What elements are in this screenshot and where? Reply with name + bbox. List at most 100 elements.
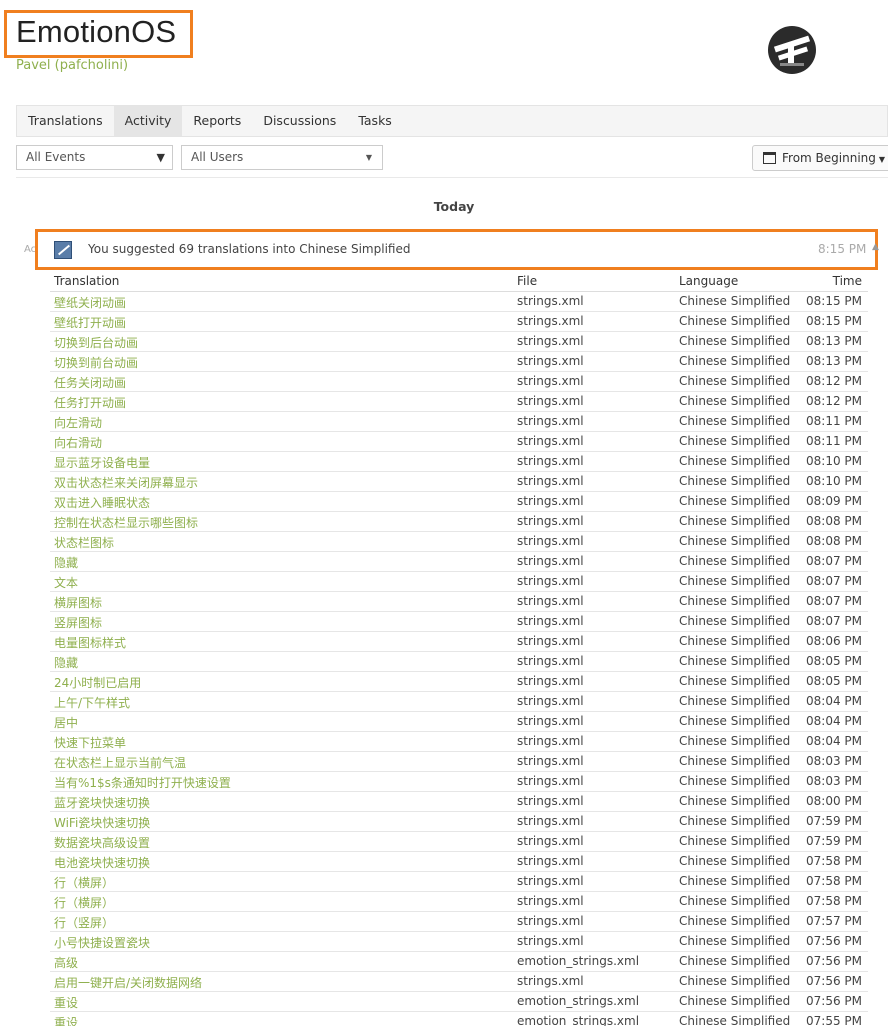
translation-cell[interactable]: 高级: [54, 954, 78, 971]
time-cell: 08:12 PM: [806, 394, 862, 408]
translation-cell[interactable]: 文本: [54, 574, 78, 591]
time-cell: 07:55 PM: [806, 1014, 862, 1026]
language-cell: Chinese Simplified: [679, 474, 791, 488]
translation-cell[interactable]: 数据瓷块高级设置: [54, 834, 150, 851]
table-row: 蓝牙瓷块快速切换 strings.xml Chinese Simplified 08:…: [50, 792, 868, 812]
time-cell: 08:15 PM: [806, 294, 862, 308]
time-cell: 08:07 PM: [806, 614, 862, 628]
language-cell: Chinese Simplified: [679, 434, 791, 448]
table-row: 重设 emotion_strings.xml Chinese Simplified 0…: [50, 1012, 868, 1026]
file-cell: strings.xml: [517, 634, 584, 648]
column-header-language: Language: [679, 274, 739, 288]
translation-cell[interactable]: 任务关闭动画: [54, 374, 126, 391]
translation-cell[interactable]: 状态栏图标: [54, 534, 114, 551]
users-filter-select[interactable]: All Users ▼: [181, 145, 383, 170]
table-row: 重设 emotion_strings.xml Chinese Simplified 0…: [50, 992, 868, 1012]
translation-cell[interactable]: 当有%1$s条通知时打开快速设置: [54, 774, 231, 791]
translation-cell[interactable]: 壁纸关闭动画: [54, 294, 126, 311]
file-cell: strings.xml: [517, 594, 584, 608]
translation-cell[interactable]: 电池瓷块快速切换: [54, 854, 150, 871]
time-cell: 08:03 PM: [806, 774, 862, 788]
time-cell: 07:58 PM: [806, 894, 862, 908]
time-cell: 08:10 PM: [806, 454, 862, 468]
translation-cell[interactable]: 重设: [54, 994, 78, 1011]
table-row: 双击状态栏来关闭屏幕显示 strings.xml Chinese Simplifie…: [50, 472, 868, 492]
translation-cell[interactable]: 双击状态栏来关闭屏幕显示: [54, 474, 198, 491]
table-row: 向左滑动 strings.xml Chinese Simplified 08:11 P…: [50, 412, 868, 432]
file-cell: strings.xml: [517, 474, 584, 488]
translation-cell[interactable]: 上午/下午样式: [54, 694, 130, 711]
table-row: 小号快捷设置瓷块 strings.xml Chinese Simplified 07:…: [50, 932, 868, 952]
translation-cell[interactable]: 启用一键开启/关闭数据网络: [54, 974, 202, 991]
language-cell: Chinese Simplified: [679, 674, 791, 688]
activity-text: You suggested 69 translations into Chine…: [88, 242, 411, 256]
translations-table: Translation File Language Time 壁纸关闭动画 str…: [50, 272, 868, 1026]
translation-cell[interactable]: 居中: [54, 714, 78, 731]
translation-cell[interactable]: 隐藏: [54, 654, 78, 671]
translation-cell[interactable]: 双击进入睡眠状态: [54, 494, 150, 511]
tab-translations[interactable]: Translations: [17, 106, 114, 136]
file-cell: strings.xml: [517, 414, 584, 428]
project-owner-link[interactable]: Pavel (pafcholini): [16, 58, 128, 73]
translation-cell[interactable]: 切换到后台动画: [54, 334, 138, 351]
events-filter-select[interactable]: All Events ▼: [16, 145, 173, 170]
file-cell: strings.xml: [517, 674, 584, 688]
time-cell: 08:13 PM: [806, 354, 862, 368]
file-cell: strings.xml: [517, 714, 584, 728]
translation-cell[interactable]: 显示蓝牙设备电量: [54, 454, 150, 471]
file-cell: strings.xml: [517, 854, 584, 868]
file-cell: emotion_strings.xml: [517, 1014, 640, 1026]
translation-cell[interactable]: 任务打开动画: [54, 394, 126, 411]
column-header-file: File: [517, 274, 538, 288]
translation-cell[interactable]: 重设: [54, 1014, 78, 1026]
translation-cell[interactable]: 隐藏: [54, 554, 78, 571]
translation-cell[interactable]: 壁纸打开动画: [54, 314, 126, 331]
translation-cell[interactable]: 向左滑动: [54, 414, 102, 431]
table-row: 启用一键开启/关闭数据网络 strings.xml Chinese Simplifi…: [50, 972, 868, 992]
time-cell: 07:57 PM: [806, 914, 862, 928]
tab-discussions[interactable]: Discussions: [252, 106, 347, 136]
time-cell: 08:07 PM: [806, 594, 862, 608]
translation-cell[interactable]: 向右滑动: [54, 434, 102, 451]
language-cell: Chinese Simplified: [679, 754, 791, 768]
divider: [16, 177, 888, 178]
collapse-chevron-icon[interactable]: ▲: [872, 242, 879, 252]
translation-cell[interactable]: 横屏图标: [54, 594, 102, 611]
translation-cell[interactable]: 切换到前台动画: [54, 354, 138, 371]
translation-cell[interactable]: 行（横屏）: [54, 874, 114, 891]
translation-cell[interactable]: 行（横屏）: [54, 894, 114, 911]
translation-cell[interactable]: 控制在状态栏显示哪些图标: [54, 514, 198, 531]
file-cell: strings.xml: [517, 554, 584, 568]
translation-cell[interactable]: WiFi瓷块快速切换: [54, 814, 150, 831]
table-row: 任务关闭动画 strings.xml Chinese Simplified 08:12…: [50, 372, 868, 392]
time-cell: 08:03 PM: [806, 754, 862, 768]
table-row: 显示蓝牙设备电量 strings.xml Chinese Simplified 08:…: [50, 452, 868, 472]
table-row: 当有%1$s条通知时打开快速设置 strings.xml Chinese Simpl…: [50, 772, 868, 792]
translation-cell[interactable]: 在状态栏上显示当前气温: [54, 754, 186, 771]
time-cell: 08:13 PM: [806, 334, 862, 348]
table-row: 上午/下午样式 strings.xml Chinese Simplified 08:0…: [50, 692, 868, 712]
translation-cell[interactable]: 行（竖屏）: [54, 914, 114, 931]
date-range-button[interactable]: From Beginning ▼: [752, 145, 888, 171]
activity-summary[interactable]: You suggested 69 translations into Chine…: [35, 229, 878, 270]
time-cell: 08:05 PM: [806, 654, 862, 668]
time-cell: 08:05 PM: [806, 674, 862, 688]
translation-cell[interactable]: 24小时制已启用: [54, 674, 141, 691]
translation-cell[interactable]: 快速下拉菜单: [54, 734, 126, 751]
translation-cell[interactable]: 竖屏图标: [54, 614, 102, 631]
tab-tasks[interactable]: Tasks: [347, 106, 403, 136]
table-row: 电量图标样式 strings.xml Chinese Simplified 08:06…: [50, 632, 868, 652]
file-cell: strings.xml: [517, 934, 584, 948]
time-cell: 08:06 PM: [806, 634, 862, 648]
tab-reports[interactable]: Reports: [182, 106, 252, 136]
table-row: 切换到前台动画 strings.xml Chinese Simplified 08:1…: [50, 352, 868, 372]
translation-cell[interactable]: 小号快捷设置瓷块: [54, 934, 150, 951]
translation-cell[interactable]: 蓝牙瓷块快速切换: [54, 794, 150, 811]
language-cell: Chinese Simplified: [679, 614, 791, 628]
time-cell: 08:11 PM: [806, 434, 862, 448]
user-avatar-icon: [54, 241, 72, 259]
time-cell: 08:10 PM: [806, 474, 862, 488]
file-cell: strings.xml: [517, 694, 584, 708]
translation-cell[interactable]: 电量图标样式: [54, 634, 126, 651]
tab-activity[interactable]: Activity: [113, 106, 183, 136]
